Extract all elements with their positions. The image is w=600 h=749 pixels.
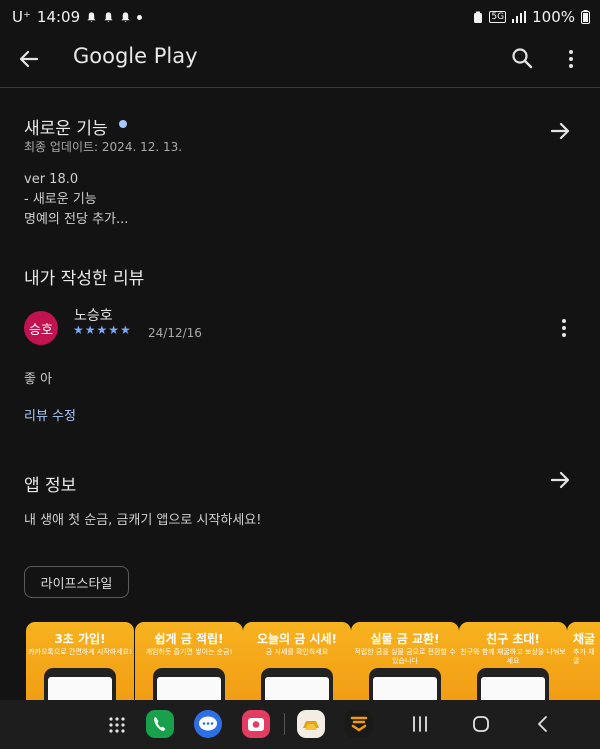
review-text: 좋 아 [24,372,53,387]
signal-strength-icon [512,11,527,23]
screenshot-subtitle: 적립한 금을 실물 금으로 전환할 수 있습니다 [354,648,456,665]
home-icon[interactable] [471,714,491,734]
screenshot-card[interactable]: 친구 초대! 친구와 함께 채굴하고 보상을 나눠보세요 [459,622,567,712]
screenshot-card[interactable]: 쉽게 금 적립! 게임하듯 즐기면 쌓이는 순금! [135,622,243,712]
screenshot-subtitle: 카카오톡으로 간편하게 시작하세요! [28,648,132,656]
screenshot-card[interactable]: 실물 금 교환! 적립한 금을 실물 금으로 전환할 수 있습니다 [351,622,459,712]
review-date: 24/12/16 [148,326,202,340]
clock: 14:09 [36,8,81,26]
review-more-options-icon[interactable] [557,317,571,339]
note-line: 명예의 전당 추가... [24,212,129,227]
mining-app-icon[interactable] [344,709,374,739]
star-rating: ★★★★★ [73,323,132,337]
phone-app-icon[interactable] [145,709,175,739]
screenshot-title: 채굴 [573,632,596,646]
more-notifications-dot-icon [137,14,143,20]
screenshot-card[interactable]: 채굴 추가 채굴 [567,622,600,712]
notification-bell-icon [104,12,113,23]
network-type-label: 5G [489,11,507,23]
notification-bell-icon [121,12,130,23]
screenshot-title: 실물 금 교환! [370,632,440,646]
new-indicator-dot [119,120,128,128]
carrier-label: U⁺ [12,8,31,26]
nav-back-icon[interactable] [535,714,551,734]
dock-divider [284,713,285,735]
battery-icon [581,10,590,24]
category-chip[interactable]: 라이프스타일 [24,566,129,598]
my-review-heading: 내가 작성한 리뷰 [24,269,145,289]
whats-new-arrow-icon[interactable] [549,120,571,142]
app-info-arrow-icon[interactable] [549,469,571,491]
search-icon[interactable] [511,47,533,69]
app-drawer-icon[interactable] [108,716,126,734]
screenshot-title: 친구 초대! [486,632,540,646]
app-bar-title: Google Play [73,44,198,68]
messages-app-icon[interactable] [193,709,223,739]
more-options-icon[interactable] [564,48,578,70]
screenshot-subtitle: 친구와 함께 채굴하고 보상을 나눠보세요 [460,648,566,665]
whats-new-heading[interactable]: 새로운 기능 [24,114,128,139]
app-info-heading[interactable]: 앱 정보 [24,471,76,496]
screenshot-card[interactable]: 오늘의 금 시세! 금 시세를 확인하세요 [243,622,351,712]
screenshot-title: 오늘의 금 시세! [256,632,338,646]
camera-app-icon[interactable] [241,709,271,739]
battery-percentage: 100% [532,8,575,26]
battery-saver-icon [474,11,483,23]
app-bar-divider [0,87,600,88]
app-description: 내 생애 첫 순금, 금캐기 앱으로 시작하세요! [24,513,262,528]
gold-bar-app-icon[interactable] [296,709,326,739]
avatar: 승호 [24,311,58,345]
whats-new-title: 새로운 기능 [24,119,108,139]
note-line: - 새로운 기능 [24,192,97,207]
screenshot-subtitle: 추가 채굴 [573,648,595,665]
edit-review-link[interactable]: 리뷰 수정 [24,405,76,424]
note-line: ver 18.0 [24,172,79,187]
screenshot-title: 3초 가입! [54,632,106,646]
review-author: 노승호 [74,308,113,324]
last-updated-text: 최종 업데이트: 2024. 12. 13. [24,140,183,154]
recent-apps-icon[interactable] [411,715,429,733]
screenshot-card[interactable]: 3초 가입! 카카오톡으로 간편하게 시작하세요! [26,622,134,712]
status-bar: U⁺ 14:09 5G 100% [0,0,600,36]
whats-new-notes: ver 18.0 - 새로운 기능 명예의 전당 추가... [24,170,128,230]
screenshot-title: 쉽게 금 적립! [154,632,224,646]
back-arrow-icon[interactable] [18,48,40,70]
notification-bell-icon [87,12,96,23]
screenshot-subtitle: 금 시세를 확인하세요 [265,648,329,656]
screenshot-subtitle: 게임하듯 즐기면 쌓이는 순금! [145,648,233,656]
